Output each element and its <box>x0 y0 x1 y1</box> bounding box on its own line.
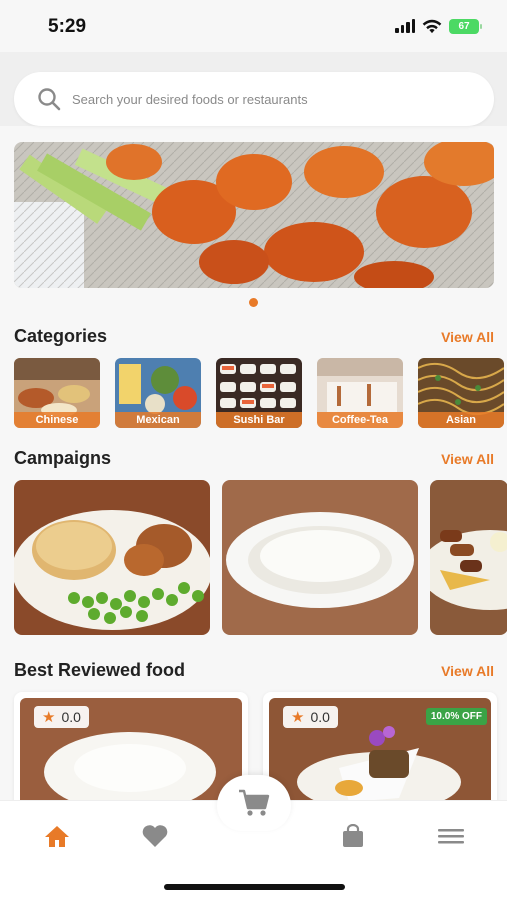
star-icon: ★ <box>42 709 56 726</box>
category-card-coffee-tea[interactable]: Coffee-Tea <box>317 358 403 428</box>
category-label: Chinese <box>14 412 100 428</box>
category-label: Mexican <box>115 412 201 428</box>
category-card-mexican[interactable]: Mexican <box>115 358 201 428</box>
campaigns-list <box>14 480 507 635</box>
signal-icon <box>395 19 415 33</box>
bag-icon <box>343 824 363 847</box>
status-time: 5:29 <box>48 16 87 37</box>
categories-header: Categories View All <box>14 326 494 347</box>
categories-list: Chinese Mexican Sushi Bar Coffee-Tea Asi… <box>14 358 504 428</box>
category-card-chinese[interactable]: Chinese <box>14 358 100 428</box>
category-card-asian[interactable]: Asian <box>418 358 504 428</box>
rating-value: 0.0 <box>310 709 330 725</box>
discount-badge: 10.0% OFF <box>425 708 487 725</box>
campaign-image <box>222 480 418 635</box>
campaign-image <box>14 480 210 635</box>
categories-title: Categories <box>14 326 108 346</box>
campaigns-header: Campaigns View All <box>14 448 494 469</box>
best-reviewed-title: Best Reviewed food <box>14 660 186 680</box>
campaign-image <box>430 480 507 635</box>
banner-image <box>14 142 494 288</box>
battery-icon: 67 <box>449 18 482 34</box>
search-input[interactable] <box>72 91 432 107</box>
campaigns-view-all-link[interactable]: View All <box>441 451 494 467</box>
category-label: Asian <box>418 412 504 428</box>
category-label: Coffee-Tea <box>317 412 403 428</box>
home-screen: 5:29 67 Search your desired foods or res… <box>0 0 507 900</box>
wifi-icon <box>422 19 442 34</box>
campaigns-title: Campaigns <box>14 448 112 468</box>
best-reviewed-header: Best Reviewed food View All <box>14 660 494 681</box>
campaign-card[interactable] <box>430 480 507 635</box>
campaign-card[interactable] <box>222 480 418 635</box>
promo-banner[interactable] <box>14 142 494 288</box>
nav-menu[interactable] <box>436 823 466 849</box>
status-icons: 67 <box>395 18 482 34</box>
menu-icon <box>438 829 464 844</box>
campaign-card[interactable] <box>14 480 210 635</box>
cart-icon <box>239 789 270 816</box>
home-indicator <box>164 884 345 890</box>
nav-favorites[interactable] <box>140 823 170 849</box>
battery-level: 67 <box>458 20 470 32</box>
rating-value: 0.0 <box>61 709 81 725</box>
star-icon: ★ <box>291 709 305 726</box>
banner-page-indicator <box>249 298 258 307</box>
cart-button[interactable] <box>217 775 291 831</box>
nav-home[interactable] <box>42 823 72 849</box>
home-icon <box>45 826 69 847</box>
rating-badge: ★ 0.0 <box>34 706 89 728</box>
search-bar[interactable] <box>14 72 494 126</box>
search-icon <box>38 88 61 111</box>
category-card-sushi-bar[interactable]: Sushi Bar <box>216 358 302 428</box>
category-label: Sushi Bar <box>216 412 302 428</box>
best-reviewed-view-all-link[interactable]: View All <box>441 663 494 679</box>
rating-badge: ★ 0.0 <box>283 706 338 728</box>
nav-orders[interactable] <box>338 823 368 849</box>
categories-view-all-link[interactable]: View All <box>441 329 494 345</box>
heart-icon <box>142 825 168 847</box>
search-area <box>0 52 507 126</box>
status-bar: 5:29 67 <box>0 0 507 52</box>
